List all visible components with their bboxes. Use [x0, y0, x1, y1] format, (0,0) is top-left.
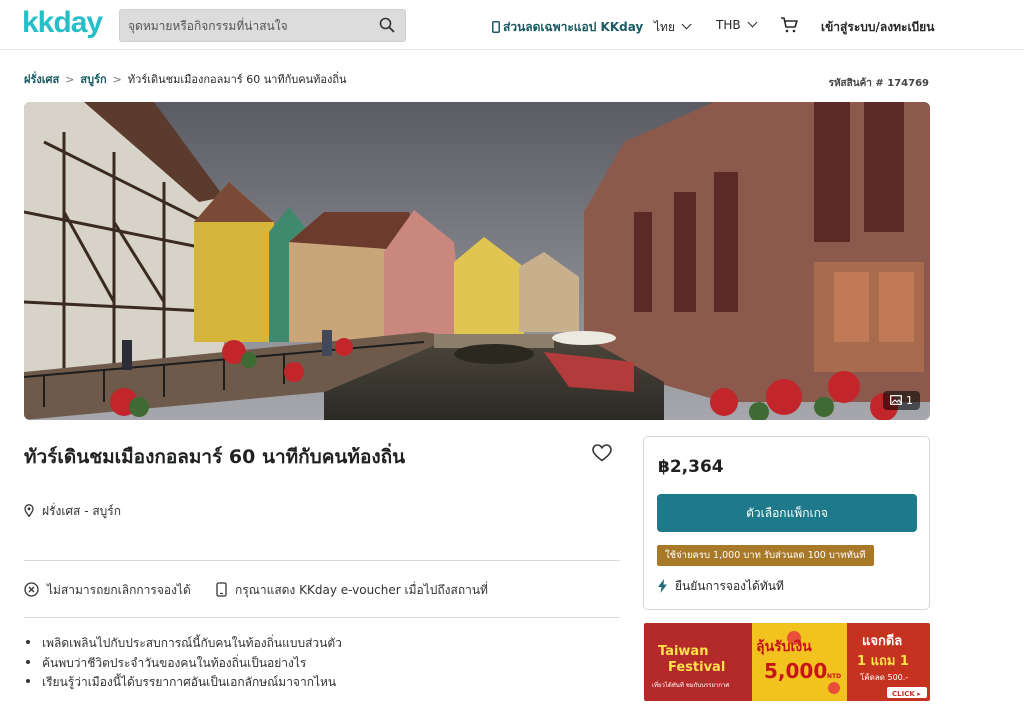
banner-cta: CLICK ▸ — [892, 690, 921, 698]
promo-banner[interactable]: Taiwan Festival เที่ยวได้ทันที ชมกับบรรย… — [644, 623, 930, 701]
banner-deal3: โค้ดลด 500.- — [860, 672, 908, 682]
voucher-text: กรุณาแสดง KKday e-voucher เมื่อไปถึงสถาน… — [235, 583, 488, 597]
colmar-canal-photo — [24, 102, 930, 420]
shopping-cart-icon[interactable] — [780, 16, 798, 34]
heart-icon[interactable] — [592, 444, 612, 462]
language-label: ไทย — [654, 20, 675, 34]
promo-badge: ใช้จ่ายครบ 1,000 บาท รับส่วนลด 100 บาททั… — [657, 545, 874, 566]
hero-image[interactable]: 1 — [24, 102, 930, 420]
lightning-icon — [658, 579, 667, 593]
banner-amount: 5,000 — [764, 659, 827, 683]
top-navigation: kkday ส่วนลดเฉพาะแอป KKday ไทย THB เข้าส… — [0, 0, 1024, 50]
package-options-button[interactable]: ตัวเลือกแพ็กเกจ — [657, 494, 917, 532]
breadcrumb-current: ทัวร์เดินชมเมืองกอลมาร์ 60 นาทีกับคนท้อง… — [127, 73, 347, 86]
taiwan-festival-banner: Taiwan Festival เที่ยวได้ทันที ชมกับบรรย… — [644, 623, 930, 701]
location-label: ฝรั่งเศส - สบูร์ก — [42, 504, 121, 518]
no-cancel-icon — [24, 582, 39, 597]
image-icon — [890, 395, 902, 405]
mobile-phone-icon — [492, 21, 500, 33]
breadcrumb-separator: > — [65, 73, 75, 86]
voucher-policy: กรุณาแสดง KKday e-voucher เมื่อไปถึงสถาน… — [216, 581, 488, 600]
product-title: ทัวร์เดินชมเมืองกอลมาร์ 60 นาทีกับคนท้อง… — [24, 446, 406, 468]
banner-offer: ลุ้นรับเงิน — [756, 639, 812, 655]
list-item: ค้นพบว่าชีวิตประจำวันของคนในท้องถิ่นเป็น… — [24, 654, 342, 674]
photo-count: 1 — [906, 394, 913, 407]
search-box[interactable] — [119, 9, 406, 42]
login-register-link[interactable]: เข้าสู่ระบบ/ลงทะเบียน — [821, 18, 934, 37]
list-item: เรียนรู้ว่าเมืองนี้ได้บรรยากาศอันเป็นเอก… — [24, 673, 342, 693]
banner-title-1: Taiwan — [658, 644, 708, 659]
chevron-down-icon — [681, 19, 692, 30]
price: ฿2,364 — [658, 457, 724, 477]
search-icon[interactable] — [379, 17, 395, 33]
banner-unit: NTD — [827, 673, 841, 680]
cancellation-policy: ไม่สามารถยกเลิกการจองได้ — [24, 581, 191, 600]
breadcrumb: ฝรั่งเศส > สบูร์ก > ทัวร์เดินชมเมืองกอลมาร์ … — [24, 70, 347, 88]
banner-deal: แจกดีล — [862, 633, 902, 649]
highlights-list: เพลิดเพลินไปกับประสบการณ์นี้กับคนในท้องถ… — [24, 634, 342, 693]
breadcrumb-city[interactable]: สบูร์ก — [80, 73, 106, 86]
location: ฝรั่งเศส - สบูร์ก — [24, 502, 121, 521]
booking-panel: ฿2,364 ตัวเลือกแพ็กเกจ ใช้จ่ายครบ 1,000 … — [643, 436, 930, 610]
location-pin-icon — [24, 504, 34, 518]
breadcrumb-separator: > — [112, 73, 122, 86]
search-input[interactable] — [128, 10, 378, 41]
app-discount-label: ส่วนลดเฉพาะแอป KKday — [503, 20, 644, 34]
list-item: เพลิดเพลินไปกับประสบการณ์นี้กับคนในท้องถ… — [24, 634, 342, 654]
kkday-logo[interactable]: kkday — [22, 6, 103, 40]
cancellation-text: ไม่สามารถยกเลิกการจองได้ — [47, 583, 191, 597]
banner-deal2: 1 แถม 1 — [857, 654, 909, 669]
product-code: รหัสสินค้า # 174769 — [828, 78, 929, 89]
breadcrumb-country[interactable]: ฝรั่งเศส — [24, 73, 59, 86]
banner-sub: เที่ยวได้ทันที ชมกับบรรยากาศ — [652, 681, 729, 689]
language-selector[interactable]: ไทย — [654, 18, 692, 37]
mobile-phone-icon — [216, 582, 227, 597]
divider — [24, 617, 620, 618]
instant-confirmation-label: ยืนยันการจองได้ทันที — [675, 579, 784, 593]
instant-confirmation: ยืนยันการจองได้ทันที — [658, 577, 784, 596]
banner-title-2: Festival — [668, 660, 725, 675]
photo-count-badge[interactable]: 1 — [883, 391, 920, 410]
currency-label: THB — [716, 18, 741, 32]
currency-selector[interactable]: THB — [716, 17, 758, 32]
app-discount-link[interactable]: ส่วนลดเฉพาะแอป KKday — [492, 18, 643, 37]
divider — [24, 560, 620, 561]
chevron-down-icon — [747, 17, 758, 28]
